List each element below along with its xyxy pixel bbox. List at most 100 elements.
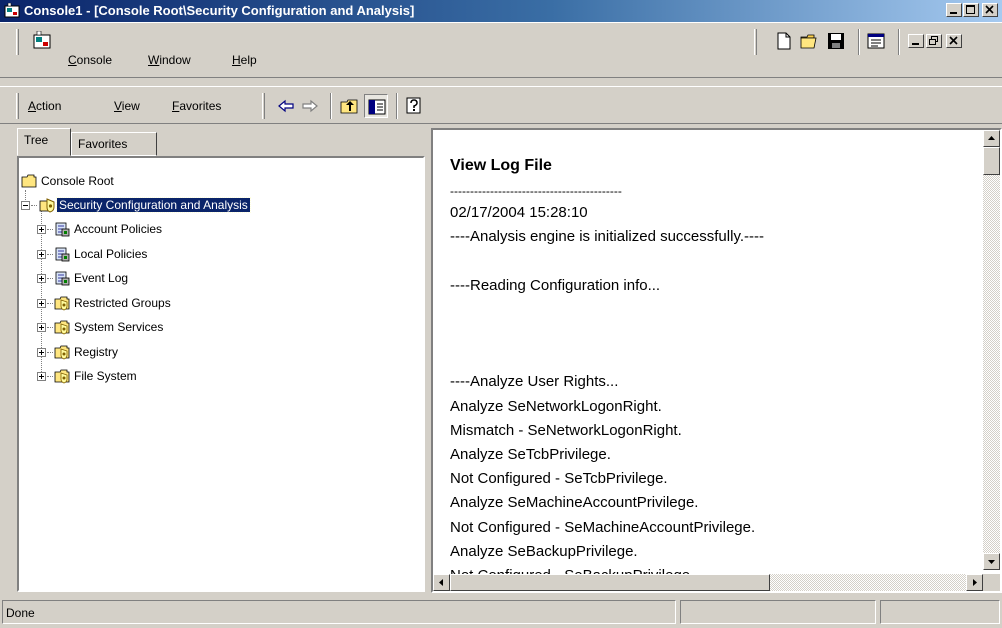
log-line: Not Configured - SeMachineAccountPrivile… (450, 518, 756, 536)
scroll-left-icon (439, 579, 443, 586)
toolbar-separator (396, 93, 398, 119)
tree-connector (47, 253, 53, 255)
log-heading: View Log File (450, 157, 552, 174)
scroll-up-button[interactable] (983, 130, 1000, 147)
tree-node-label: Local Policies (74, 246, 148, 261)
action-toolbar: Action View Favorites (0, 86, 1002, 124)
minimize-button[interactable] (946, 3, 962, 17)
log-line: Mismatch - SeNetworkLogonRight. (450, 421, 682, 439)
menu-console[interactable]: Console (68, 53, 112, 67)
save-icon[interactable] (826, 31, 846, 51)
log-separator: ----------------------------------------… (450, 184, 622, 198)
menubar-grip[interactable] (16, 29, 19, 55)
tree-connector (47, 376, 53, 377)
tree-node-label: Restricted Groups (74, 295, 171, 310)
up-one-level-icon[interactable] (340, 96, 360, 116)
menu-view[interactable]: View (114, 99, 140, 113)
tab-tree[interactable]: Tree (17, 128, 71, 156)
child-restore-button[interactable] (926, 34, 942, 48)
tree-connector (47, 278, 53, 279)
vertical-scroll-thumb[interactable] (983, 147, 1000, 175)
tree-node-label: Registry (74, 344, 119, 359)
help-icon[interactable] (404, 95, 424, 115)
log-line: 02/17/2004 15:28:10 (450, 204, 588, 221)
policy-icon (55, 222, 70, 237)
status-bar: Done (0, 598, 1002, 628)
log-line: Not Configured - SeTcbPrivilege. (450, 470, 668, 488)
secure-folder-icon (54, 296, 70, 310)
window-title: Console1 - [Console Root\Security Config… (24, 3, 415, 18)
tree-pane-edge (418, 158, 423, 590)
status-panel-3 (880, 600, 1000, 624)
menu-favorites[interactable]: Favorites (172, 99, 221, 113)
tree-node-label: File System (74, 369, 137, 383)
properties-icon[interactable] (866, 31, 886, 51)
close-button[interactable] (982, 3, 998, 17)
expand-toggle-icon[interactable] (37, 274, 46, 283)
log-horizontal-scrollbar[interactable] (433, 574, 983, 591)
action-toolbar-grip[interactable] (16, 93, 19, 119)
toolbar-separator (330, 93, 332, 119)
tree-node-label: System Services (74, 320, 164, 334)
tree-pane: Console Root Security Configuration and … (17, 156, 425, 592)
close-icon (985, 5, 994, 14)
minimize-icon (912, 43, 919, 45)
log-line: ----Analyze User Rights... (450, 373, 619, 391)
policy-icon (55, 271, 70, 286)
tree-connector (47, 351, 53, 353)
menu-action[interactable]: Action (28, 99, 61, 113)
standard-toolbar-grip[interactable] (754, 29, 757, 55)
horizontal-scroll-thumb[interactable] (450, 574, 770, 591)
log-line: Analyze SeNetworkLogonRight. (450, 397, 662, 415)
folder-icon (21, 174, 37, 188)
scroll-right-button[interactable] (966, 574, 983, 591)
tab-favorites[interactable]: Favorites (71, 132, 157, 156)
expand-toggle-icon[interactable] (37, 225, 46, 234)
tree-node-label: Event Log (74, 271, 129, 285)
expand-toggle-icon[interactable] (37, 323, 46, 332)
forward-arrow-icon[interactable] (300, 96, 320, 116)
scroll-up-icon (988, 136, 995, 140)
expand-toggle-icon[interactable] (37, 372, 46, 381)
tree-connector (47, 229, 53, 230)
scroll-down-icon (988, 560, 995, 564)
nav-toolbar-grip[interactable] (262, 93, 265, 119)
expand-toggle-icon[interactable] (37, 298, 46, 308)
minimize-icon (950, 12, 957, 14)
restore-icon (929, 36, 938, 45)
secure-folder-icon (54, 369, 70, 384)
scroll-down-button[interactable] (983, 553, 1000, 570)
show-hide-tree-icon (368, 99, 386, 115)
tree-node-label: Account Policies (74, 222, 163, 236)
log-line: Analyze SeMachineAccountPrivilege. (450, 494, 699, 512)
maximize-icon (966, 5, 975, 14)
toolbar-separator (858, 29, 860, 55)
back-arrow-icon[interactable] (276, 96, 296, 116)
menu-help[interactable]: Help (232, 53, 257, 67)
console-icon[interactable] (32, 31, 52, 51)
log-line: ----Analysis engine is initialized succe… (450, 228, 764, 246)
show-hide-tree-button[interactable] (364, 94, 388, 118)
close-icon (949, 36, 958, 45)
maximize-button[interactable] (963, 3, 979, 17)
scroll-left-button[interactable] (433, 574, 450, 591)
tree-connector (31, 205, 37, 206)
child-close-button[interactable] (946, 34, 962, 48)
open-folder-icon[interactable] (800, 31, 820, 51)
status-text: Done (2, 600, 676, 624)
log-vertical-scrollbar[interactable] (983, 130, 1000, 570)
collapse-toggle-icon[interactable] (21, 201, 30, 210)
log-line: Analyze SeBackupPrivilege. (450, 542, 638, 560)
new-document-icon[interactable] (774, 31, 794, 51)
policy-icon (55, 247, 70, 261)
window-titlebar[interactable]: Console1 - [Console Root\Security Config… (0, 0, 1002, 22)
security-config-icon (39, 198, 55, 213)
expand-toggle-icon[interactable] (37, 347, 46, 357)
menu-window[interactable]: Window (148, 53, 191, 67)
log-pane: View Log File --------------------------… (431, 128, 1002, 593)
expand-toggle-icon[interactable] (37, 249, 46, 259)
secure-folder-icon (54, 320, 70, 335)
child-minimize-button[interactable] (908, 34, 924, 48)
tree-connector (47, 327, 53, 328)
scrollbar-corner (983, 574, 1000, 591)
